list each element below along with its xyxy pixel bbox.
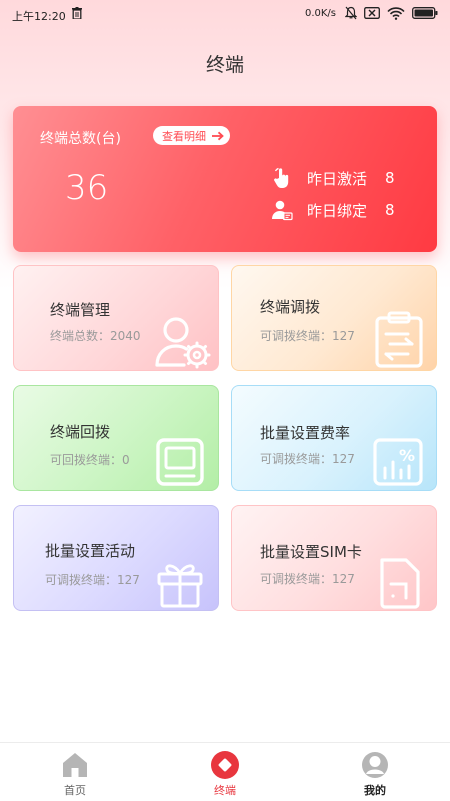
yesterday-activated-label: 昨日激活: [307, 169, 368, 188]
terminal-management-tile[interactable]: 终端管理 终端总数：2040: [13, 265, 219, 371]
tile-subtitle: 终端总数：2040: [50, 329, 141, 343]
tile-title: 批量设置活动: [45, 542, 136, 560]
tap-hand-icon: [274, 167, 289, 188]
tile-subtitle: 可调拨终端：127: [260, 452, 355, 466]
view-details-button[interactable]: 查看明细: [153, 126, 230, 145]
wifi-icon: [387, 6, 405, 20]
tile-title: 终端回拨: [50, 423, 111, 441]
home-icon: [63, 753, 87, 777]
terminal-summary-card: 终端总数(台) 查看明细 36 昨日激活 8 昨日绑定 8: [13, 106, 437, 252]
bell-off-icon: [345, 6, 357, 20]
summary-label: 终端总数(台): [40, 131, 121, 147]
nav-terminal[interactable]: 终端: [150, 743, 300, 801]
batch-sim-card-tile[interactable]: 批量设置SIM卡 可调拨终端：127: [231, 505, 437, 611]
tile-subtitle: 可调拨终端：127: [260, 329, 355, 343]
yesterday-activated-value: 8: [385, 169, 395, 187]
yesterday-bound-label: 昨日绑定: [307, 201, 368, 220]
tile-subtitle: 可调拨终端：127: [45, 573, 140, 587]
view-details-label: 查看明细: [162, 129, 206, 143]
network-speed: 0.0K/s: [304, 7, 336, 19]
status-time: 上午12:20: [12, 10, 66, 23]
terminal-transfer-tile[interactable]: 终端调拨 可调拨终端：127: [231, 265, 437, 371]
nav-home[interactable]: 首页: [0, 743, 150, 801]
svg-text:%: %: [399, 446, 415, 465]
tile-subtitle: 可调拨终端：127: [260, 572, 355, 586]
status-bar: 上午12:20 0.0K/s: [0, 0, 450, 30]
user-card-icon: [272, 200, 293, 221]
rate-percent-icon: %: [373, 438, 423, 486]
tile-subtitle: 可回拨终端：0: [50, 453, 130, 467]
yesterday-bound-value: 8: [385, 201, 395, 219]
yesterday-bound-stat: 昨日绑定 8: [271, 199, 395, 221]
battery-icon: [412, 7, 438, 19]
terminal-recall-tile[interactable]: 终端回拨 可回拨终端：0: [13, 385, 219, 491]
tile-title: 批量设置费率: [260, 424, 351, 442]
page-title: 终端: [205, 54, 244, 76]
arrow-right-icon: [212, 131, 224, 140]
user-gear-icon: [155, 317, 211, 369]
nav-profile-label: 我的: [364, 784, 386, 797]
terminal-icon: [211, 751, 239, 779]
clipboard-transfer-icon: [375, 311, 423, 368]
tile-title: 终端调拨: [260, 298, 321, 316]
profile-icon: [362, 752, 388, 778]
yesterday-activated-stat: 昨日激活 8: [271, 167, 395, 189]
tile-title: 终端管理: [50, 301, 111, 319]
sim-card-icon: [380, 558, 420, 609]
nav-home-label: 首页: [64, 784, 86, 797]
batch-rate-tile[interactable]: 批量设置费率 可调拨终端：127 %: [231, 385, 437, 491]
gift-icon: [157, 564, 203, 608]
sim-x-icon: [364, 7, 380, 19]
tile-title: 批量设置SIM卡: [260, 543, 362, 561]
batch-activity-tile[interactable]: 批量设置活动 可调拨终端：127: [13, 505, 219, 611]
terminal-device-icon: [156, 438, 204, 486]
trash-icon: [72, 7, 82, 19]
nav-terminal-label: 终端: [214, 784, 236, 797]
terminal-total-count: 36: [65, 168, 109, 208]
bottom-navigation: 首页 终端 我的: [0, 742, 450, 801]
nav-profile[interactable]: 我的: [300, 743, 450, 801]
